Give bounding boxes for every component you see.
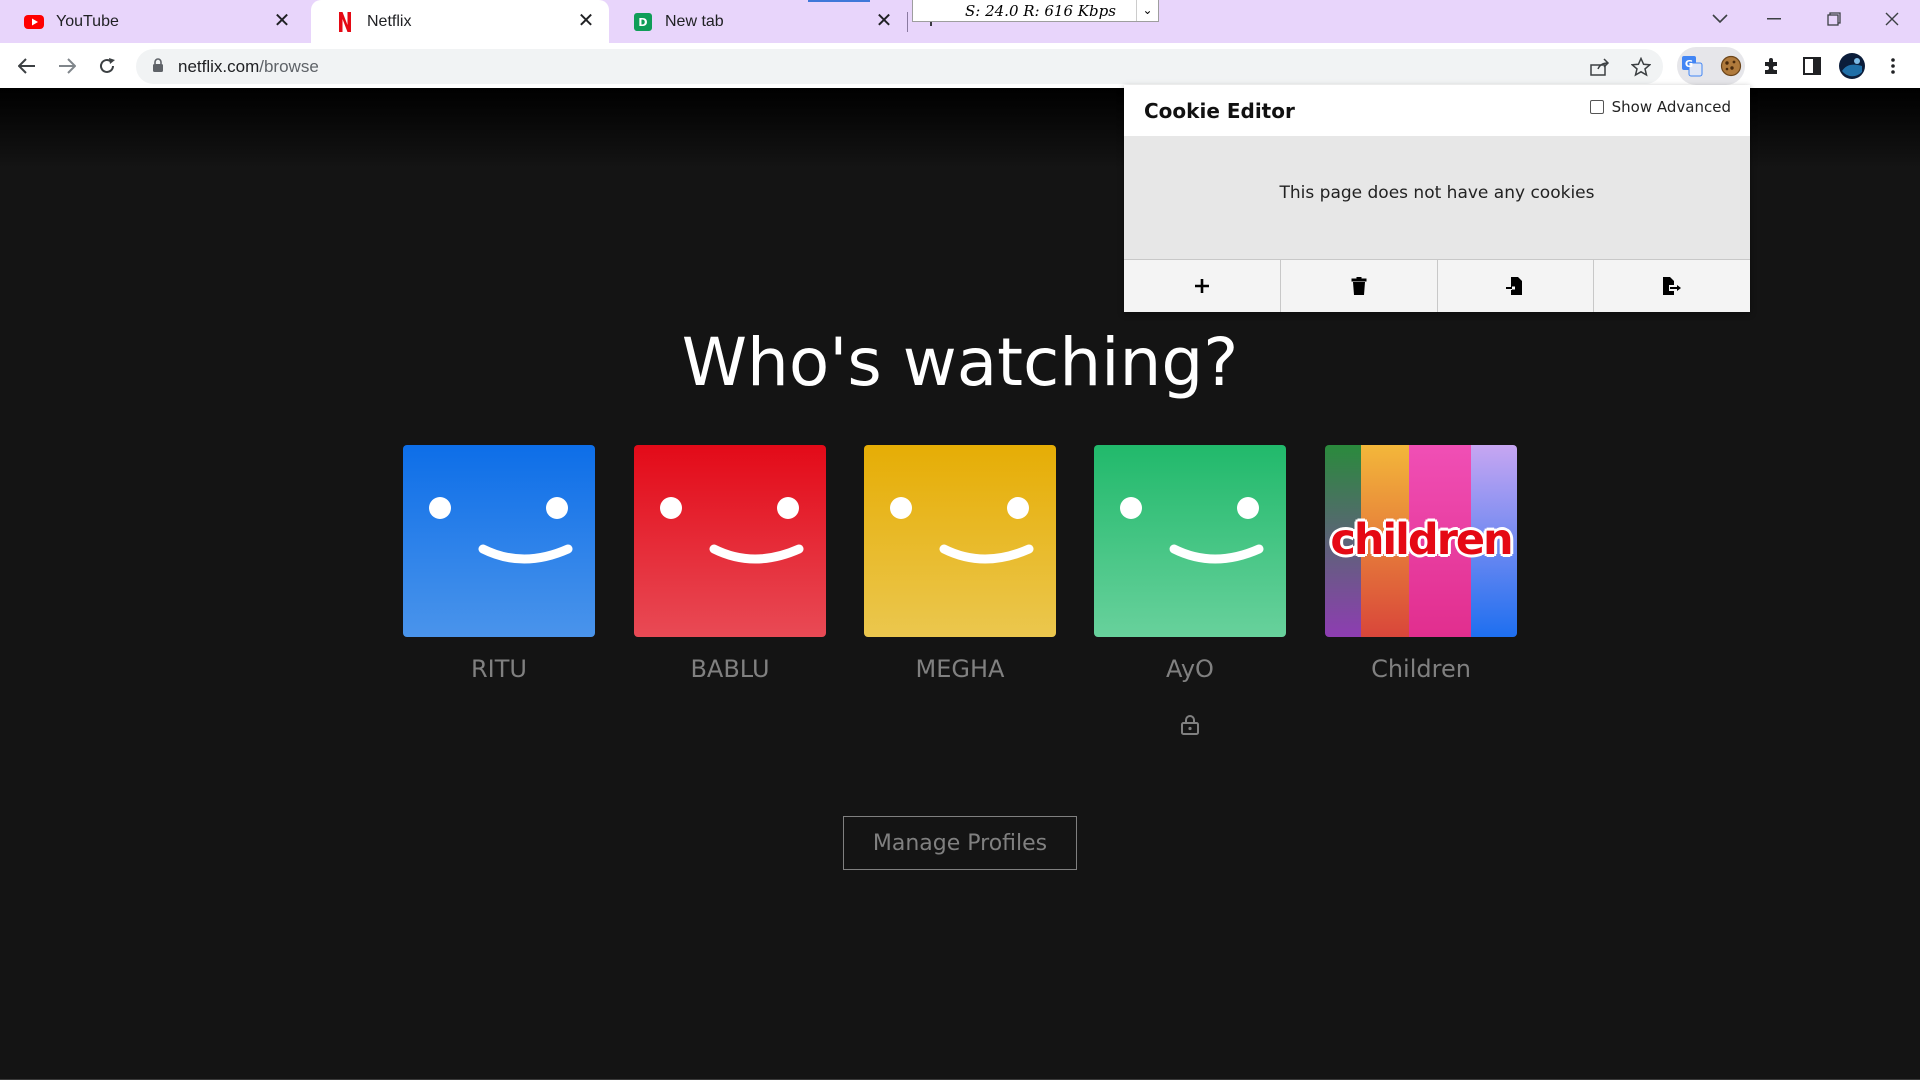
- profile-name[interactable]: RITU: [403, 655, 595, 683]
- profile-name[interactable]: BABLU: [634, 655, 826, 683]
- tab-title: Netflix: [367, 12, 412, 30]
- reload-button[interactable]: [90, 49, 124, 83]
- svg-text:D: D: [638, 16, 647, 29]
- tab-new-tab[interactable]: D New tab ✕: [609, 0, 907, 43]
- delete-all-button[interactable]: [1281, 260, 1438, 312]
- tab-netflix[interactable]: Netflix ✕: [311, 0, 609, 43]
- profile-avatar[interactable]: [1835, 49, 1869, 83]
- tab-separator: [907, 12, 908, 32]
- lock-icon: [1180, 714, 1200, 741]
- smile-icon: [939, 544, 1034, 564]
- network-speed-widget: S: 24.0 R: 616 Kbps ⌄: [912, 0, 1159, 22]
- profile-avatar[interactable]: [1094, 445, 1286, 637]
- smile-icon: [709, 544, 804, 564]
- tab-strip: YouTube ✕ Netflix ✕ D New tab ✕ + S: 24.…: [0, 0, 1920, 43]
- url-text[interactable]: netflix.com/browse: [178, 57, 319, 77]
- profile-avatar[interactable]: children: [1325, 445, 1517, 637]
- close-tab-icon[interactable]: ✕: [575, 10, 597, 32]
- url-host: netflix.com: [178, 57, 260, 76]
- profile-avatar[interactable]: [864, 445, 1056, 637]
- address-bar[interactable]: netflix.com/browse: [136, 49, 1663, 84]
- tab-youtube[interactable]: YouTube ✕: [0, 0, 305, 43]
- close-tab-icon[interactable]: ✕: [271, 10, 293, 32]
- page-title: Who's watching?: [681, 324, 1239, 401]
- show-advanced-label[interactable]: Show Advanced: [1612, 98, 1731, 116]
- smile-icon: [478, 544, 573, 564]
- tab-title: New tab: [665, 12, 724, 30]
- empty-cookies-message: This page does not have any cookies: [1279, 183, 1595, 203]
- youtube-icon: [24, 12, 44, 32]
- cookie-editor-header: Cookie Editor Show Advanced: [1124, 85, 1750, 136]
- export-icon: [1663, 277, 1682, 295]
- minimize-button[interactable]: [1746, 0, 1802, 38]
- profile-ayo[interactable]: AyO: [1094, 445, 1286, 683]
- browser-toolbar: netflix.com/browse G: [0, 43, 1920, 88]
- side-panel-icon[interactable]: [1795, 49, 1829, 83]
- smile-icon: [1169, 544, 1264, 564]
- speed-readout: S: 24.0 R: 616 Kbps: [965, 1, 1116, 20]
- add-cookie-button[interactable]: [1124, 260, 1281, 312]
- profile-children[interactable]: children Children: [1325, 445, 1517, 683]
- profile-avatar[interactable]: [403, 445, 595, 637]
- extensions-puzzle-icon[interactable]: [1755, 49, 1789, 83]
- profile-ritu[interactable]: RITU: [403, 445, 595, 683]
- profile-avatar[interactable]: [634, 445, 826, 637]
- lock-icon[interactable]: [152, 58, 164, 78]
- browser-menu-icon[interactable]: [1876, 49, 1910, 83]
- cookie-icon[interactable]: [1714, 49, 1748, 83]
- back-button[interactable]: [10, 49, 44, 83]
- import-button[interactable]: [1438, 260, 1595, 312]
- profile-name[interactable]: MEGHA: [864, 655, 1056, 683]
- netflix-icon: [335, 11, 355, 32]
- url-path: /browse: [259, 57, 319, 76]
- cookie-editor-popup: Cookie Editor Show Advanced This page do…: [1124, 85, 1750, 312]
- tab-title: YouTube: [56, 12, 119, 30]
- cookie-actions-bar: [1124, 259, 1750, 312]
- trash-icon: [1351, 277, 1367, 295]
- bookmark-star-icon[interactable]: [1628, 54, 1654, 80]
- profile-megha[interactable]: MEGHA: [864, 445, 1056, 683]
- close-tab-icon[interactable]: ✕: [873, 10, 895, 32]
- close-window-button[interactable]: [1864, 0, 1920, 38]
- profile-bablu[interactable]: BABLU: [634, 445, 826, 683]
- show-advanced-toggle[interactable]: Show Advanced: [1589, 98, 1731, 116]
- restore-button[interactable]: [1806, 0, 1862, 38]
- new-tab-favicon: D: [633, 12, 653, 32]
- forward-button[interactable]: [50, 49, 84, 83]
- svg-text:G: G: [1685, 59, 1693, 70]
- profile-name[interactable]: Children: [1325, 655, 1517, 683]
- plus-icon: [1194, 279, 1209, 293]
- cookie-editor-title: Cookie Editor: [1144, 99, 1295, 123]
- export-button[interactable]: [1594, 260, 1750, 312]
- chevron-down-icon[interactable]: ⌄: [1136, 0, 1158, 21]
- manage-profiles-button[interactable]: Manage Profiles: [843, 816, 1077, 870]
- translate-icon[interactable]: G: [1675, 49, 1709, 83]
- children-logo-text: children: [1330, 515, 1513, 565]
- tab-indicator: [808, 0, 870, 2]
- share-icon[interactable]: [1587, 54, 1613, 80]
- import-icon: [1506, 277, 1523, 295]
- profile-name[interactable]: AyO: [1094, 655, 1286, 683]
- tab-search-button[interactable]: [1692, 0, 1748, 38]
- show-advanced-checkbox[interactable]: [1589, 100, 1604, 114]
